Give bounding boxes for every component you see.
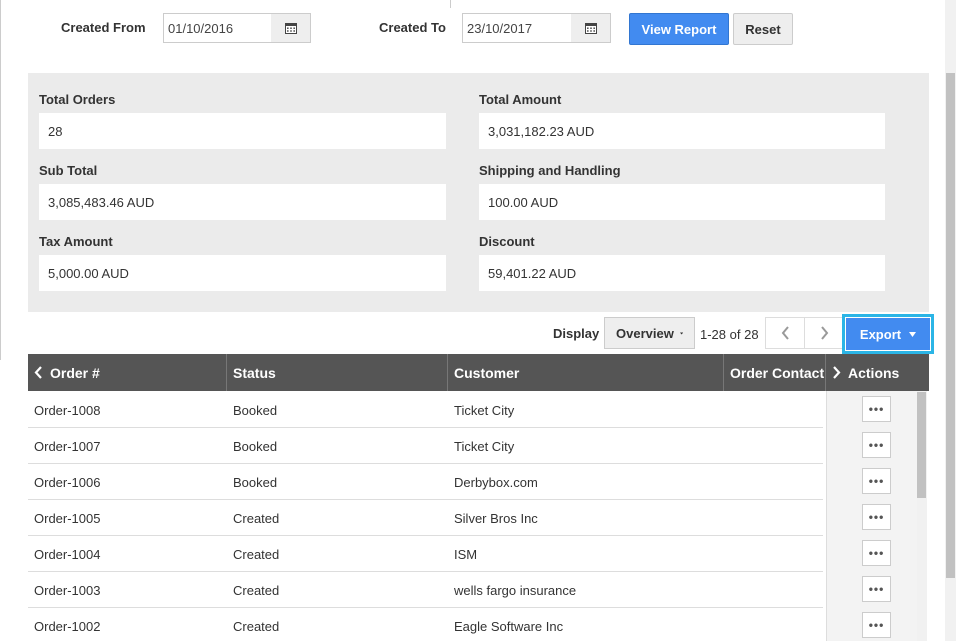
- order-cell[interactable]: Order-1006: [28, 464, 227, 500]
- more-horizontal-icon: •••: [868, 474, 885, 488]
- discount-value: 59,401.22 AUD: [479, 255, 885, 291]
- order-cell[interactable]: Order-1005: [28, 500, 227, 536]
- chevron-left-icon[interactable]: [34, 366, 43, 379]
- sub-total-label: Sub Total: [39, 163, 98, 178]
- customer-cell: wells fargo insurance: [454, 582, 577, 598]
- table-scrollbar-thumb[interactable]: [917, 392, 926, 498]
- order-cell[interactable]: Order-1008: [28, 392, 227, 428]
- chevron-right-icon[interactable]: [832, 366, 841, 379]
- column-header-contact[interactable]: Order Contact: [724, 354, 826, 391]
- more-horizontal-icon: •••: [868, 438, 885, 452]
- row-actions-button[interactable]: •••: [862, 396, 891, 422]
- row-actions-button[interactable]: •••: [862, 576, 891, 602]
- table-row[interactable]: Order-1008 Booked Ticket City: [28, 392, 823, 428]
- created-from-calendar-button[interactable]: [271, 13, 311, 43]
- calendar-icon: [584, 23, 597, 34]
- reset-button[interactable]: Reset: [733, 13, 793, 45]
- view-report-button[interactable]: View Report: [629, 13, 729, 45]
- sub-total-value: 3,085,483.46 AUD: [39, 184, 446, 220]
- table-row[interactable]: Order-1007 Booked Ticket City: [28, 428, 823, 464]
- row-actions-button[interactable]: •••: [862, 468, 891, 494]
- customer-cell: Derbybox.com: [454, 474, 538, 490]
- more-horizontal-icon: •••: [868, 510, 885, 524]
- order-cell[interactable]: Order-1003: [28, 572, 227, 608]
- column-header-actions-label: Actions: [848, 364, 900, 381]
- left-border: [0, 0, 1, 360]
- table-row[interactable]: Order-1003 Created wells fargo insurance: [28, 572, 823, 608]
- order-cell[interactable]: Order-1007: [28, 428, 227, 464]
- shipping-label: Shipping and Handling: [479, 163, 621, 178]
- column-header-order-label: Order #: [50, 364, 100, 381]
- total-amount-label: Total Amount: [479, 92, 562, 107]
- caret-down-icon: [909, 331, 917, 337]
- customer-cell: Eagle Software Inc: [454, 618, 564, 634]
- created-to-input[interactable]: 23/10/2017: [462, 13, 572, 43]
- page-range: 1-28 of 28: [700, 327, 759, 342]
- discount-label: Discount: [479, 234, 535, 249]
- order-cell[interactable]: Order-1004: [28, 536, 227, 572]
- customer-cell: Ticket City: [454, 438, 515, 454]
- total-amount-value: 3,031,182.23 AUD: [479, 113, 885, 149]
- tax-amount-value: 5,000.00 AUD: [39, 255, 446, 291]
- order-cell[interactable]: Order-1002: [28, 608, 227, 641]
- next-page-button[interactable]: [805, 317, 845, 349]
- chevron-right-icon: [821, 326, 829, 340]
- status-cell: Created: [233, 582, 280, 598]
- customer-cell: ISM: [454, 546, 478, 562]
- column-header-status[interactable]: Status: [227, 354, 448, 391]
- more-horizontal-icon: •••: [868, 402, 885, 416]
- status-cell: Created: [233, 618, 280, 634]
- more-horizontal-icon: •••: [868, 618, 885, 632]
- chevron-left-icon: [781, 326, 789, 340]
- row-actions-button[interactable]: •••: [862, 612, 891, 638]
- column-header-actions[interactable]: Actions: [826, 354, 929, 391]
- display-label: Display: [553, 326, 600, 341]
- table-row[interactable]: Order-1004 Created ISM: [28, 536, 823, 572]
- total-orders-label: Total Orders: [39, 92, 116, 107]
- customer-cell: Ticket City: [454, 402, 515, 418]
- created-from-label: Created From: [61, 20, 146, 35]
- more-horizontal-icon: •••: [868, 546, 885, 560]
- page-scrollbar-thumb[interactable]: [946, 73, 955, 578]
- top-divider: [450, 0, 451, 8]
- shipping-value: 100.00 AUD: [479, 184, 885, 220]
- export-highlight: Export: [842, 314, 934, 354]
- column-header-customer[interactable]: Customer: [448, 354, 724, 391]
- prev-page-button[interactable]: [765, 317, 805, 349]
- display-select[interactable]: Overview: [604, 317, 695, 349]
- tax-amount-label: Tax Amount: [39, 234, 113, 249]
- display-select-value: Overview: [616, 325, 674, 341]
- row-actions-button[interactable]: •••: [862, 432, 891, 458]
- more-horizontal-icon: •••: [868, 582, 885, 596]
- column-header-order[interactable]: Order #: [28, 354, 227, 391]
- status-cell: Booked: [233, 438, 278, 454]
- created-to-calendar-button[interactable]: [571, 13, 611, 43]
- created-to-label: Created To: [379, 20, 446, 35]
- total-orders-value: 28: [39, 113, 446, 149]
- status-cell: Booked: [233, 402, 278, 418]
- calendar-icon: [284, 23, 297, 34]
- table-row[interactable]: Order-1002 Created Eagle Software Inc: [28, 608, 823, 641]
- table-row[interactable]: Order-1005 Created Silver Bros Inc: [28, 500, 823, 536]
- caret-down-icon: [679, 332, 683, 334]
- status-cell: Created: [233, 510, 280, 526]
- table-header: Order # Status Customer Order Contact Ac…: [28, 354, 929, 391]
- row-actions-button[interactable]: •••: [862, 504, 891, 530]
- status-cell: Booked: [233, 474, 278, 490]
- customer-cell: Silver Bros Inc: [454, 510, 538, 526]
- export-button[interactable]: Export: [846, 318, 930, 350]
- status-cell: Created: [233, 546, 280, 562]
- row-actions-button[interactable]: •••: [862, 540, 891, 566]
- table-row[interactable]: Order-1006 Booked Derbybox.com: [28, 464, 823, 500]
- created-from-input[interactable]: 01/10/2016: [163, 13, 273, 43]
- export-label: Export: [859, 326, 902, 342]
